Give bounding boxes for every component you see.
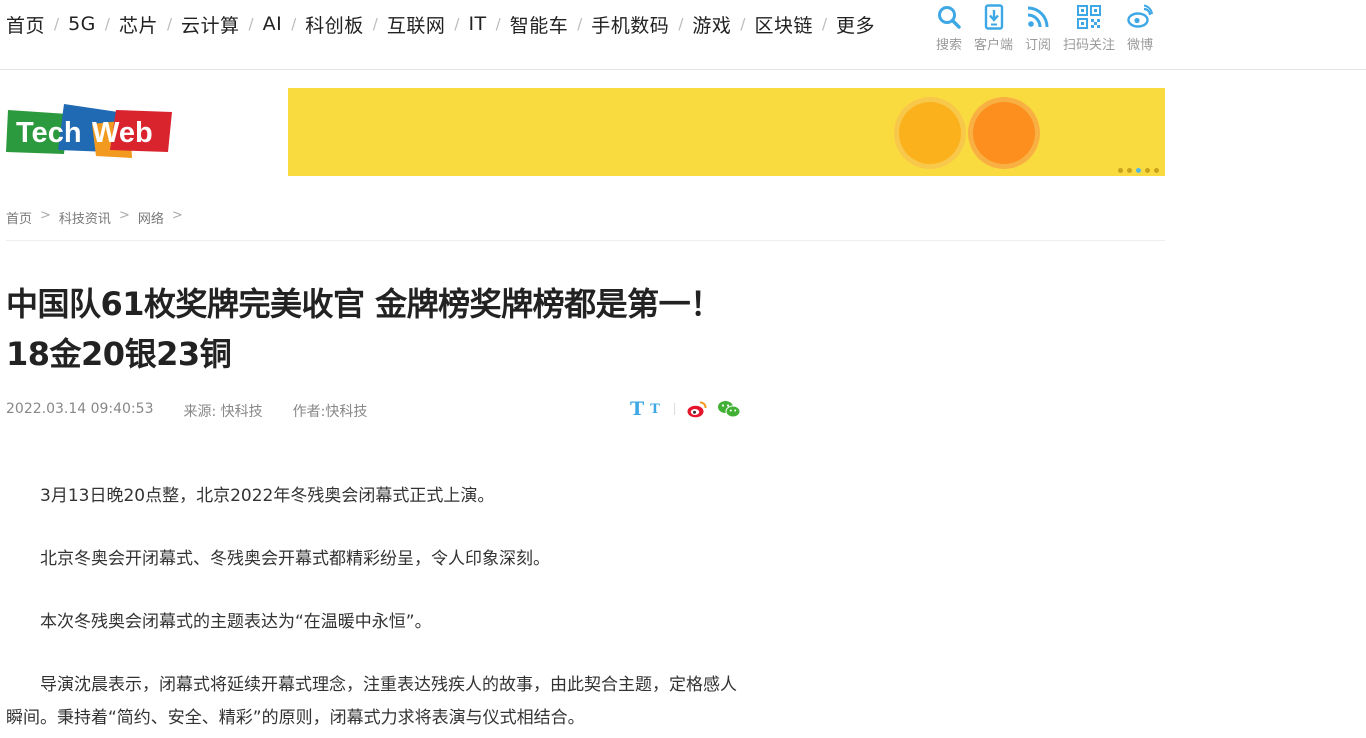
article-meta: 2022.03.14 09:40:53 来源: 快科技 作者:快科技: [6, 401, 367, 421]
client-label: 客户端: [974, 38, 1014, 53]
nav-item-games[interactable]: 游戏: [692, 11, 731, 38]
breadcrumb-home[interactable]: 首页: [6, 208, 32, 227]
article-tools: T T: [630, 398, 741, 420]
weibo-share-icon[interactable]: [687, 400, 707, 418]
article-title: 中国队61枚奖牌完美收官 金牌榜奖牌榜都是第一！18金20银23铜: [6, 285, 722, 373]
carousel-dot[interactable]: [1154, 168, 1159, 173]
article-paragraph: 3月13日晚20点整，北京2022年冬残奥会闭幕式正式上演。: [40, 486, 495, 506]
article-body: 3月13日晚20点整，北京2022年冬残奥会闭幕式正式上演。 北京冬奥会开闭幕式…: [6, 480, 748, 738]
logo-text-web: Web: [92, 117, 153, 149]
font-size-small-button[interactable]: T: [650, 402, 660, 417]
nav-separator: /: [740, 15, 746, 33]
nav-separator: /: [821, 15, 828, 33]
article-date: 2022.03.14 09:40:53: [6, 401, 154, 417]
nav-separator: /: [577, 15, 583, 33]
breadcrumb-separator: >: [171, 208, 183, 223]
nav-separator: /: [454, 15, 460, 33]
weibo-label: 微博: [1127, 38, 1154, 53]
nav-item-home[interactable]: 首页: [6, 11, 45, 38]
qrcode-icon: [1077, 5, 1102, 29]
nav-separator: /: [291, 15, 297, 33]
nav-item-5g[interactable]: 5G: [68, 13, 96, 35]
article-source: 来源: 快科技: [183, 404, 263, 420]
breadcrumb-separator: >: [40, 208, 51, 223]
weibo-icon: [1127, 4, 1154, 28]
search-icon: [938, 6, 961, 29]
subscribe-button[interactable]: 订阅: [1025, 4, 1051, 53]
qrcode-follow-button[interactable]: 扫码关注: [1063, 4, 1115, 53]
logo-text-tech: Tech: [16, 117, 82, 149]
breadcrumb-divider: [6, 240, 1165, 241]
techweb-logo-mark: Tech Web: [6, 104, 172, 158]
banner-carousel-dots: [1114, 168, 1159, 173]
mobile-client-icon: [984, 4, 1003, 30]
breadcrumb: 首页 > 科技资讯 > 网络 >: [6, 208, 191, 227]
carousel-dot-active[interactable]: [1136, 168, 1141, 173]
nav-separator: /: [54, 15, 60, 33]
nav-item-smart-car[interactable]: 智能车: [510, 11, 569, 38]
channel-nav: 首页 / 5G / 芯片 / 云计算 / AI / 科创板 / 互联网 / IT…: [6, 10, 875, 38]
article-paragraph: 本次冬残奥会闭幕式的主题表达为“在温暖中永恒”。: [40, 612, 432, 632]
nav-separator: /: [678, 15, 684, 33]
nav-separator: /: [248, 15, 254, 33]
wechat-share-icon[interactable]: [717, 400, 741, 418]
client-download-button[interactable]: 客户端: [974, 4, 1013, 53]
nav-item-mobile-digital[interactable]: 手机数码: [591, 11, 669, 38]
nav-separator: /: [104, 15, 110, 33]
banner-circle-orange: [973, 102, 1035, 164]
breadcrumb-network[interactable]: 网络: [138, 208, 164, 227]
font-size-large-button[interactable]: T: [630, 398, 644, 420]
nav-item-internet[interactable]: 互联网: [387, 11, 446, 38]
nav-item-it[interactable]: IT: [468, 13, 486, 35]
article-author: 作者:快科技: [292, 404, 368, 420]
breadcrumb-separator: >: [118, 208, 130, 223]
carousel-dot[interactable]: [1118, 168, 1123, 173]
banner-circle-yellow: [899, 102, 961, 164]
nav-separator: /: [166, 15, 173, 33]
article-paragraph: 北京冬奥会开闭幕式、冬残奥会开幕式都精彩纷呈，令人印象深刻。: [40, 549, 550, 569]
article-paragraph: 导演沈晨表示，闭幕式将延续开幕式理念，注重表达残疾人的故事，由此契合主题，定格感…: [6, 675, 737, 728]
nav-item-more[interactable]: 更多: [836, 11, 875, 38]
nav-separator: /: [372, 15, 378, 33]
rss-icon: [1027, 6, 1049, 28]
header-tools: 搜索 客户端 订阅 扫码关注 微博: [936, 4, 1165, 53]
top-nav-bar: 首页 / 5G / 芯片 / 云计算 / AI / 科创板 / 互联网 / IT…: [0, 0, 1366, 70]
weibo-button[interactable]: 微博: [1127, 4, 1153, 53]
nav-separator: /: [495, 15, 501, 33]
nav-item-cloud[interactable]: 云计算: [181, 11, 240, 38]
search-button[interactable]: 搜索: [936, 4, 962, 53]
nav-item-ai[interactable]: AI: [263, 13, 283, 35]
nav-item-star-market[interactable]: 科创板: [305, 11, 364, 38]
qrcode-label: 扫码关注: [1063, 38, 1116, 53]
carousel-dot[interactable]: [1127, 168, 1132, 173]
subscribe-label: 订阅: [1025, 38, 1052, 53]
share-divider: [673, 403, 675, 415]
search-label: 搜索: [936, 38, 963, 53]
carousel-dot[interactable]: [1145, 168, 1150, 173]
breadcrumb-tech-news[interactable]: 科技资讯: [59, 208, 111, 227]
nav-item-chip[interactable]: 芯片: [119, 11, 158, 38]
techweb-logo[interactable]: Tech Web: [6, 102, 172, 160]
banner-ad[interactable]: [288, 88, 1165, 176]
nav-item-blockchain[interactable]: 区块链: [754, 11, 813, 38]
